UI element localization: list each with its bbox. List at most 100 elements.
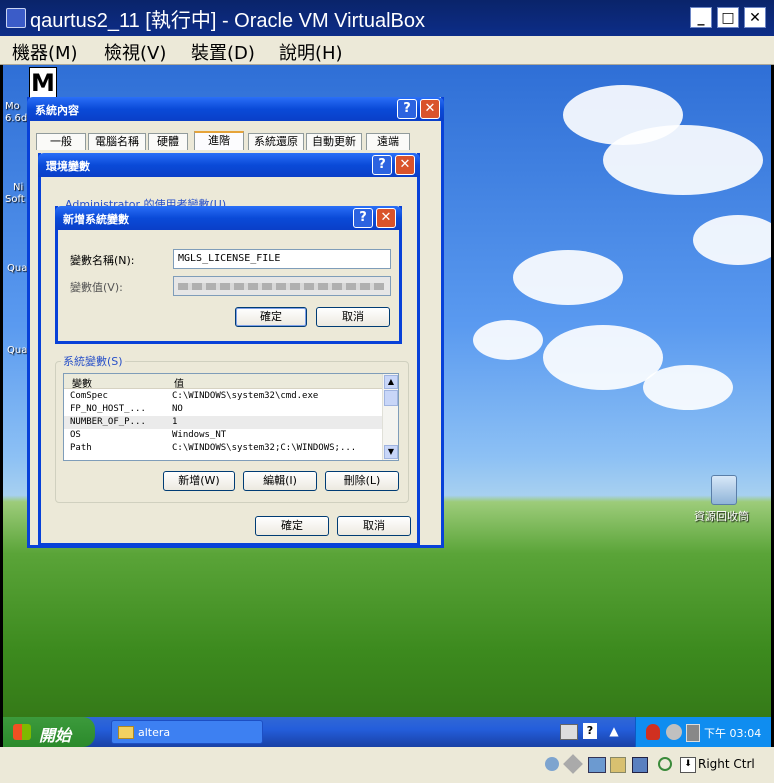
tab-advanced[interactable]: 進階	[194, 131, 244, 150]
ok-button[interactable]: 確定	[255, 516, 329, 536]
taskbar: 開始 altera ? ▲ 下午 03:04	[3, 717, 771, 747]
taskbar-item-altera[interactable]: altera	[111, 720, 263, 744]
folder-icon	[118, 726, 134, 739]
dialog-title: 新增系統變數	[63, 213, 129, 226]
edit-variable-button[interactable]: 編輯(I)	[243, 471, 317, 491]
security-shield-icon[interactable]	[646, 724, 660, 740]
var-name: Path	[70, 443, 92, 453]
blurred-value	[178, 283, 384, 290]
usb-icon[interactable]	[563, 754, 583, 774]
desktop-icon-label[interactable]: Qua	[7, 263, 27, 274]
cancel-button[interactable]: 取消	[316, 307, 390, 327]
cloud	[513, 250, 623, 305]
close-button[interactable]: ✕	[420, 99, 440, 119]
start-button[interactable]: 開始	[3, 717, 95, 747]
delete-variable-button[interactable]: 刪除(L)	[325, 471, 399, 491]
system-properties-titlebar: 系統內容 ? ✕	[27, 97, 444, 121]
close-button[interactable]: ✕	[395, 155, 415, 175]
start-label: 開始	[39, 726, 72, 745]
scroll-down-icon[interactable]: ▼	[384, 445, 398, 459]
tab-computer-name[interactable]: 電腦名稱	[88, 133, 146, 150]
desktop-icon-label[interactable]: Soft	[5, 194, 25, 205]
virtualbox-icon	[6, 8, 26, 28]
tab-auto-update[interactable]: 自動更新	[306, 133, 362, 150]
variable-name-field[interactable]: MGLS_LICENSE_FILE	[173, 249, 391, 269]
volume-icon[interactable]	[686, 724, 700, 742]
chevron-up-icon[interactable]: ▲	[607, 723, 621, 739]
keyboard-icon[interactable]	[560, 724, 578, 740]
var-value: C:\WINDOWS\system32\cmd.exe	[172, 391, 319, 401]
var-name: ComSpec	[70, 391, 108, 401]
variable-value-field[interactable]	[173, 276, 391, 296]
network-icon[interactable]	[666, 724, 682, 740]
cloud	[643, 365, 733, 410]
column-header-value[interactable]: 值	[174, 375, 184, 390]
system-variables-label: 系統變數(S)	[61, 353, 125, 369]
table-row[interactable]: FP_NO_HOST_... NO	[64, 403, 382, 416]
menu-devices[interactable]: 裝置(D)	[191, 39, 255, 65]
table-row[interactable]: OS Windows_NT	[64, 429, 382, 442]
mouse-integration-icon[interactable]	[658, 757, 672, 771]
new-var-titlebar: 新增系統變數 ? ✕	[55, 206, 402, 230]
close-button[interactable]: ✕	[744, 7, 766, 28]
help-button[interactable]: ?	[372, 155, 392, 175]
menu-machine[interactable]: 機器(M)	[12, 39, 78, 65]
close-button[interactable]: ✕	[376, 208, 396, 228]
maximize-button[interactable]: □	[717, 7, 739, 28]
desktop-icon-label[interactable]: Ni	[13, 182, 23, 193]
tab-strip: 一般 電腦名稱 硬體 進階 系統還原 自動更新 遠端	[36, 131, 436, 153]
cancel-button[interactable]: 取消	[337, 516, 411, 536]
app-logo-icon[interactable]: M	[29, 67, 57, 99]
column-header-name[interactable]: 變數	[72, 375, 92, 390]
help-button[interactable]: ?	[353, 208, 373, 228]
tab-system-restore[interactable]: 系統還原	[248, 133, 304, 150]
scroll-thumb[interactable]	[384, 390, 398, 406]
dialog-title: 環境變數	[46, 160, 90, 173]
hard-disk-icon[interactable]	[545, 757, 559, 771]
vbox-menubar: 機器(M) 檢視(V) 裝置(D) 說明(H)	[0, 36, 774, 65]
menu-help[interactable]: 說明(H)	[279, 39, 343, 65]
desktop-icon-label[interactable]: 6.6d	[5, 113, 27, 124]
var-name: OS	[70, 430, 81, 440]
keyboard-capture-icon[interactable]: ⬇	[680, 757, 696, 773]
var-value: NO	[172, 404, 183, 414]
new-variable-button[interactable]: 新增(W)	[163, 471, 235, 491]
vbox-titlebar: qaurtus2_11 [執行中] - Oracle VM VirtualBox…	[0, 0, 774, 36]
new-system-variable-dialog: 新增系統變數 ? ✕ 變數名稱(N): MGLS_LICENSE_FILE 變數…	[55, 206, 402, 344]
desktop-icon-label[interactable]: Qua	[7, 345, 27, 356]
minimize-button[interactable]: _	[690, 7, 712, 28]
display-icon[interactable]	[632, 757, 648, 773]
vertical-scrollbar[interactable]: ▲ ▼	[382, 374, 398, 460]
var-name: FP_NO_HOST_...	[70, 404, 146, 414]
table-row[interactable]: ComSpec C:\WINDOWS\system32\cmd.exe	[64, 390, 382, 403]
tab-remote[interactable]: 遠端	[366, 133, 410, 150]
window-title: qaurtus2_11 [執行中] - Oracle VM VirtualBox	[30, 10, 425, 32]
table-row[interactable]: NUMBER_OF_P... 1	[64, 416, 382, 429]
tab-general[interactable]: 一般	[36, 133, 86, 150]
ok-button[interactable]: 確定	[235, 307, 307, 327]
table-row[interactable]: Path C:\WINDOWS\system32;C:\WINDOWS;...	[64, 442, 382, 455]
recycle-bin-icon[interactable]	[711, 475, 737, 505]
vbox-statusbar: ⬇ Right Ctrl	[0, 747, 774, 783]
desktop-icon-label[interactable]: Mo	[5, 101, 20, 112]
var-name: NUMBER_OF_P...	[70, 417, 146, 427]
network-adapter-icon[interactable]	[588, 757, 606, 773]
recycle-bin-label[interactable]: 資源回收筒	[694, 508, 749, 524]
shared-folders-icon[interactable]	[610, 757, 626, 773]
variable-name-label: 變數名稱(N):	[70, 254, 135, 267]
host-key-label: Right Ctrl	[698, 757, 755, 771]
dialog-title: 系統內容	[35, 104, 79, 117]
menu-view[interactable]: 檢視(V)	[104, 39, 166, 65]
cloud	[603, 125, 763, 195]
env-titlebar: 環境變數 ? ✕	[38, 153, 420, 177]
scroll-up-icon[interactable]: ▲	[384, 375, 398, 389]
task-label: altera	[138, 726, 171, 739]
var-value: Windows_NT	[172, 430, 227, 440]
help-button[interactable]: ?	[397, 99, 417, 119]
help-icon[interactable]: ?	[583, 723, 597, 739]
system-variables-list[interactable]: 變數 值 ComSpec C:\WINDOWS\system32\cmd.exe …	[63, 373, 399, 461]
cloud	[693, 215, 771, 265]
tab-hardware[interactable]: 硬體	[148, 133, 188, 150]
var-value: 1	[172, 417, 178, 427]
clock[interactable]: 下午 03:04	[704, 725, 761, 741]
